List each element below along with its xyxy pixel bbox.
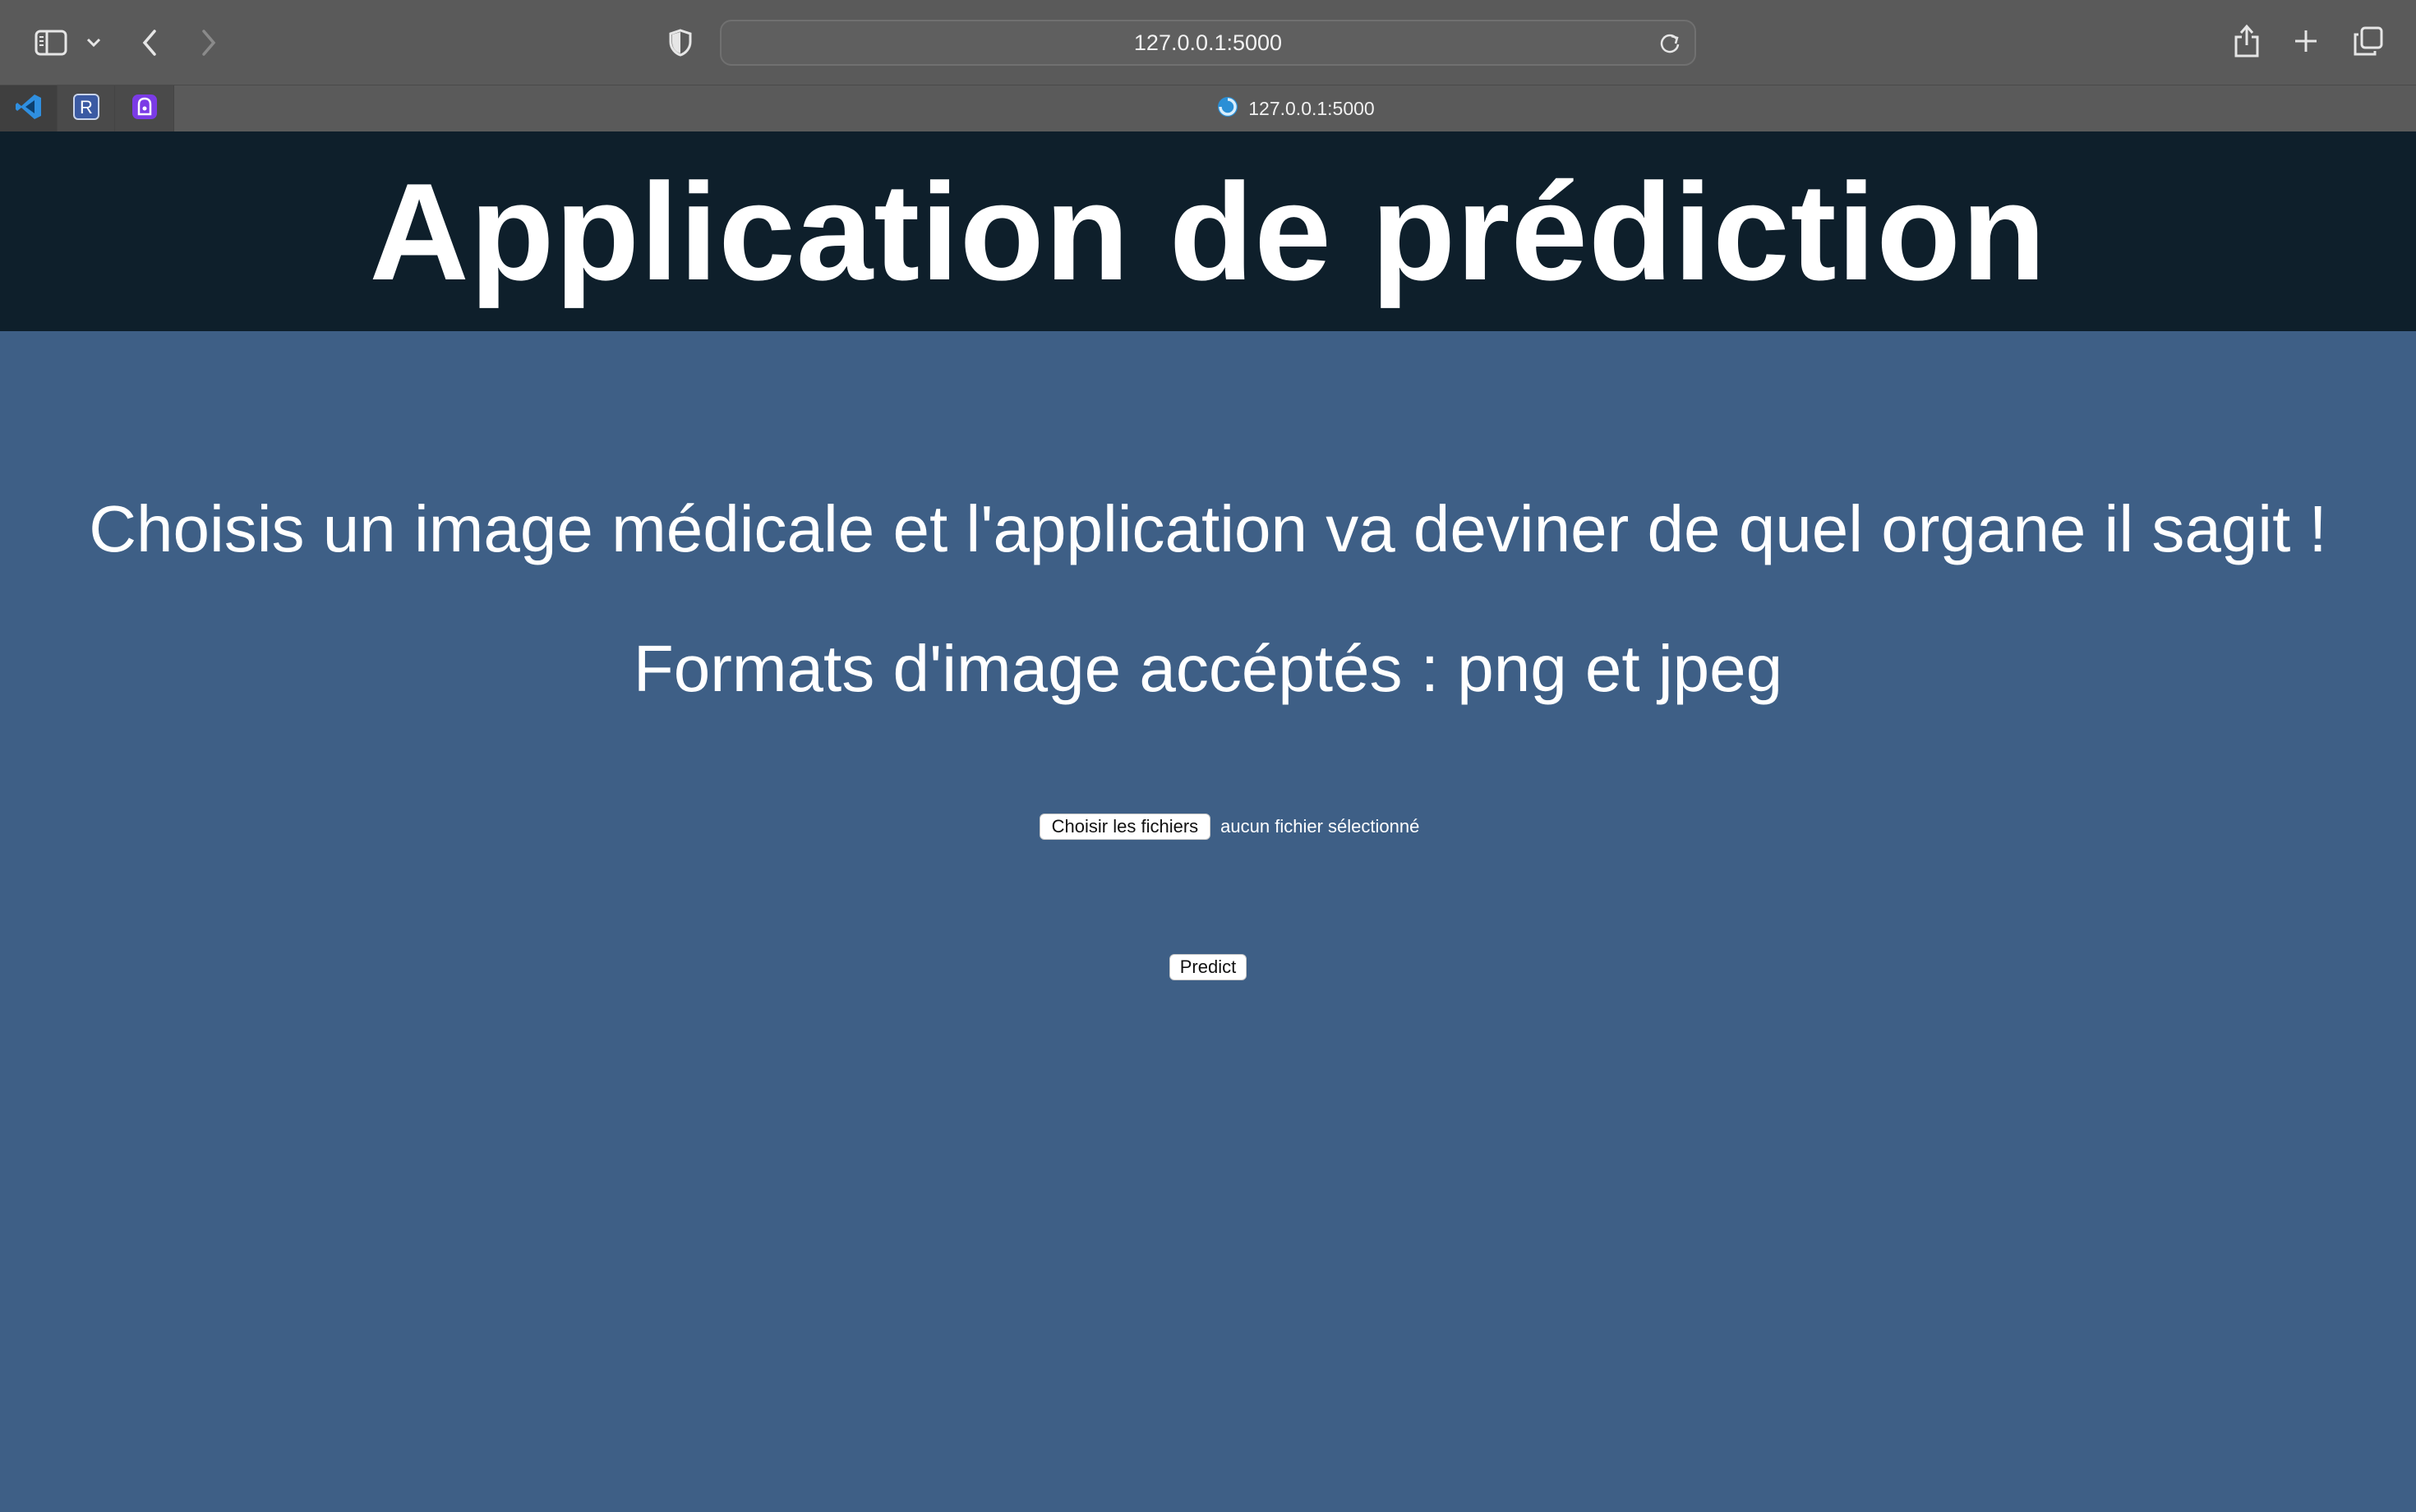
- vscode-icon: [15, 93, 43, 125]
- r-icon: R: [72, 93, 100, 125]
- loading-spinner-icon: [1215, 94, 1240, 124]
- chevron-down-icon[interactable]: [82, 31, 105, 54]
- pinned-tab-r[interactable]: R: [58, 85, 115, 132]
- page-title: Application de prédiction: [369, 154, 2047, 309]
- url-text: 127.0.0.1:5000: [1133, 30, 1283, 55]
- r-icon-letter: R: [80, 97, 93, 118]
- tab-active[interactable]: 127.0.0.1:5000: [174, 85, 2416, 132]
- back-icon[interactable]: [135, 25, 164, 61]
- shield-icon[interactable]: [666, 26, 695, 59]
- tab-bar: R 127.0.0.1:5000: [0, 85, 2416, 132]
- sidebar-icon[interactable]: [33, 25, 69, 61]
- page-header: Application de prédiction: [0, 131, 2416, 331]
- formats-text: Formats d'image accéptés : png et jpeg: [633, 632, 1783, 705]
- tab-overview-icon[interactable]: [2352, 25, 2385, 58]
- url-bar[interactable]: 127.0.0.1:5000: [720, 20, 1696, 66]
- file-status: aucun fichier sélectionné: [1220, 816, 1420, 837]
- pinned-tab-vscode[interactable]: [0, 85, 58, 132]
- instruction-text: Choisis un image médicale et l'applicati…: [89, 492, 2327, 565]
- choose-files-button[interactable]: Choisir les fichiers: [1039, 814, 1211, 840]
- share-icon[interactable]: [2230, 21, 2263, 61]
- proton-vpn-icon: [131, 93, 159, 125]
- file-upload: Choisir les fichiers aucun fichier sélec…: [0, 814, 2416, 840]
- tab-title: 127.0.0.1:5000: [1248, 98, 1375, 119]
- reload-icon[interactable]: [1658, 31, 1681, 62]
- predict-row: Predict: [0, 954, 2416, 980]
- browser-toolbar: 127.0.0.1:5000: [0, 0, 2416, 85]
- pinned-tab-proton-vpn[interactable]: [115, 85, 174, 132]
- page-body: Choisis un image médicale et l'applicati…: [0, 331, 2416, 1512]
- forward-icon[interactable]: [194, 25, 224, 61]
- new-tab-icon[interactable]: [2291, 26, 2321, 56]
- predict-button[interactable]: Predict: [1169, 954, 1247, 980]
